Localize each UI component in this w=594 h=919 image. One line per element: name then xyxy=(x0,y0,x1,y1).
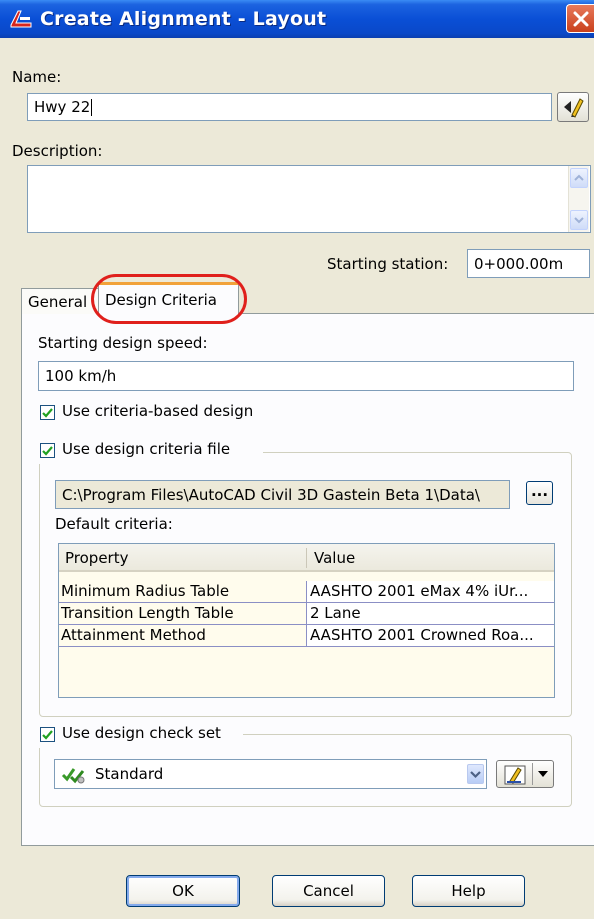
design-speed-label: Starting design speed: xyxy=(38,334,208,352)
criteria-file-label: Use design criteria file xyxy=(62,440,231,458)
cancel-button[interactable]: Cancel xyxy=(272,875,385,907)
cancel-label: Cancel xyxy=(303,882,354,900)
chevron-up-icon xyxy=(574,174,584,181)
help-label: Help xyxy=(451,882,486,900)
checkmark-icon xyxy=(42,730,53,740)
criteria-based-label: Use criteria-based design xyxy=(62,402,254,420)
starting-station-label: Starting station: xyxy=(327,255,449,273)
scroll-down-button[interactable] xyxy=(570,210,588,230)
row-value[interactable]: AASHTO 2001 eMax 4% iUr... xyxy=(307,581,554,602)
row-value[interactable]: 2 Lane xyxy=(307,603,554,624)
close-icon xyxy=(573,11,589,27)
close-button[interactable] xyxy=(566,4,594,33)
table-row[interactable]: Attainment Method AASHTO 2001 Crowned Ro… xyxy=(59,625,554,647)
row-property: Minimum Radius Table xyxy=(59,581,307,602)
starting-station-value: 0+000.00m xyxy=(474,254,564,273)
check-set-style-icon xyxy=(61,768,85,784)
annotation-highlight-ring xyxy=(91,274,247,324)
chevron-down-icon xyxy=(470,771,481,779)
check-set-header: Use design check set xyxy=(38,722,243,748)
caret-down-icon xyxy=(538,771,548,777)
grid-header: Property Value xyxy=(59,544,554,572)
default-criteria-label: Default criteria: xyxy=(55,515,173,533)
row-value[interactable]: AASHTO 2001 Crowned Roa... xyxy=(307,625,554,646)
starting-station-input[interactable]: 0+000.00m xyxy=(467,249,590,278)
chevron-down-icon xyxy=(574,217,584,224)
checkmark-icon xyxy=(42,408,53,418)
edit-pencil-icon xyxy=(504,765,526,785)
table-row[interactable]: Transition Length Table 2 Lane xyxy=(59,603,554,625)
row-property: Transition Length Table xyxy=(59,603,307,624)
default-criteria-grid: Property Value Minimum Radius Table AASH… xyxy=(58,543,555,698)
tab-general-label: General xyxy=(28,292,88,311)
table-row[interactable]: Minimum Radius Table AASHTO 2001 eMax 4%… xyxy=(59,581,554,603)
column-header-value[interactable]: Value xyxy=(314,549,355,567)
check-set-value: Standard xyxy=(95,765,164,783)
ok-label: OK xyxy=(172,882,194,900)
text-caret xyxy=(91,98,93,116)
browse-criteria-file-button[interactable]: ... xyxy=(526,481,553,505)
criteria-file-path-value: C:\Program Files\AutoCAD Civil 3D Gastei… xyxy=(62,485,480,504)
column-separator[interactable] xyxy=(306,548,307,568)
edit-name-icon xyxy=(564,98,584,118)
description-scrollbar[interactable] xyxy=(568,166,589,232)
design-speed-input[interactable]: 100 km/h xyxy=(38,361,574,391)
window-title: Create Alignment - Layout xyxy=(40,8,327,30)
civil3d-app-icon xyxy=(10,10,32,28)
criteria-based-checkbox[interactable] xyxy=(40,405,55,420)
tab-general[interactable]: General xyxy=(21,288,99,314)
name-template-button[interactable] xyxy=(557,92,589,122)
criteria-file-checkbox[interactable] xyxy=(40,443,55,458)
checkmark-icon xyxy=(42,446,53,456)
split-separator xyxy=(532,763,533,785)
criteria-file-path: C:\Program Files\AutoCAD Civil 3D Gastei… xyxy=(55,480,510,509)
ok-button[interactable]: OK xyxy=(126,875,240,907)
name-label: Name: xyxy=(12,68,62,86)
criteria-file-header: Use design criteria file xyxy=(38,438,263,464)
description-label: Description: xyxy=(12,142,103,160)
scroll-up-button[interactable] xyxy=(570,168,588,188)
check-set-dropdown-button[interactable] xyxy=(467,764,484,784)
description-input[interactable] xyxy=(27,165,591,233)
edit-check-set-button[interactable] xyxy=(496,760,554,788)
name-input[interactable]: Hwy 22 xyxy=(27,93,552,121)
help-button[interactable]: Help xyxy=(412,875,525,907)
column-header-property[interactable]: Property xyxy=(65,549,128,567)
check-set-label: Use design check set xyxy=(62,724,221,742)
name-value: Hwy 22 xyxy=(34,98,91,116)
title-bar: Create Alignment - Layout xyxy=(0,0,594,38)
check-set-dropdown[interactable]: Standard xyxy=(54,759,487,789)
browse-label: ... xyxy=(530,482,549,500)
row-property: Attainment Method xyxy=(59,625,307,646)
design-speed-value: 100 km/h xyxy=(45,367,117,385)
check-set-checkbox[interactable] xyxy=(40,727,55,742)
